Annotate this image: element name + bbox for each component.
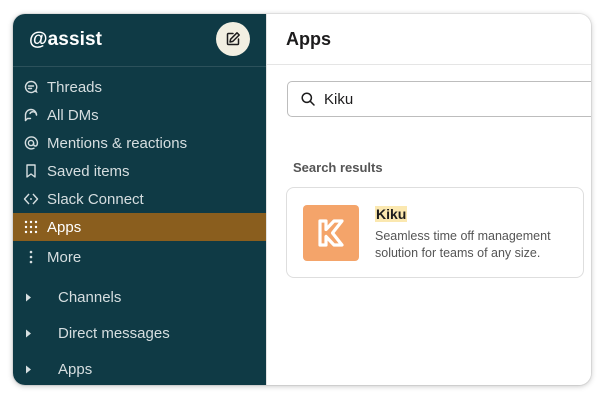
more-vertical-icon	[21, 247, 41, 267]
section-label: Direct messages	[58, 324, 170, 342]
sidebar-item-label: Saved items	[47, 162, 130, 180]
sidebar-item-label: Threads	[47, 78, 103, 96]
app-name[interactable]: Kiku	[375, 206, 408, 222]
sidebar-nav: Threads All DMs Mentions & reactions Sav…	[13, 67, 266, 271]
bookmark-icon	[21, 161, 41, 181]
threads-icon	[21, 77, 41, 97]
dms-icon	[21, 105, 41, 125]
sidebar-item-threads[interactable]: Threads	[13, 73, 266, 101]
main-panel: Apps Search results Kiku Seamless time o…	[266, 14, 591, 385]
sidebar-item-label: More	[47, 248, 82, 266]
workspace-header[interactable]: @assist	[13, 14, 266, 66]
at-icon	[21, 133, 41, 153]
sidebar-item-all-dms[interactable]: All DMs	[13, 101, 266, 129]
app-window: @assist Threads All DMs Mentions & react…	[13, 14, 591, 385]
slack-connect-icon	[21, 189, 41, 209]
sidebar: @assist Threads All DMs Mentions & react…	[13, 14, 266, 385]
kiku-logo-icon	[303, 205, 359, 261]
app-result-card[interactable]: Kiku Seamless time off management soluti…	[286, 187, 584, 278]
section-label: Channels	[58, 288, 122, 306]
main-header: Apps	[267, 14, 591, 65]
sidebar-item-label: Slack Connect	[47, 190, 144, 208]
section-channels[interactable]: Channels	[13, 279, 266, 315]
sidebar-item-label: All DMs	[47, 106, 99, 124]
sidebar-item-label: Apps	[47, 218, 82, 236]
compose-button[interactable]	[216, 22, 250, 56]
sidebar-item-saved[interactable]: Saved items	[13, 157, 266, 185]
sidebar-item-more[interactable]: More	[13, 243, 266, 271]
search-box[interactable]	[287, 81, 591, 117]
search-input[interactable]	[324, 90, 574, 108]
sidebar-item-apps[interactable]: Apps	[13, 213, 266, 241]
section-label: Apps	[58, 360, 93, 378]
page-title: Apps	[286, 28, 331, 49]
caret-right-icon	[25, 329, 37, 338]
section-apps[interactable]: Apps	[13, 351, 266, 385]
caret-right-icon	[25, 293, 37, 302]
search-results-label: Search results	[293, 160, 383, 175]
apps-grid-icon	[21, 217, 41, 237]
sidebar-item-slack-connect[interactable]: Slack Connect	[13, 185, 266, 213]
search-icon	[301, 92, 315, 106]
app-description: Seamless time off management solution fo…	[375, 229, 551, 260]
compose-icon	[226, 32, 240, 46]
workspace-name[interactable]: @assist	[29, 29, 102, 51]
caret-right-icon	[25, 365, 37, 374]
sidebar-item-mentions[interactable]: Mentions & reactions	[13, 129, 266, 157]
section-direct-messages[interactable]: Direct messages	[13, 315, 266, 351]
sidebar-item-label: Mentions & reactions	[47, 134, 188, 152]
app-info: Kiku Seamless time off management soluti…	[375, 206, 565, 260]
